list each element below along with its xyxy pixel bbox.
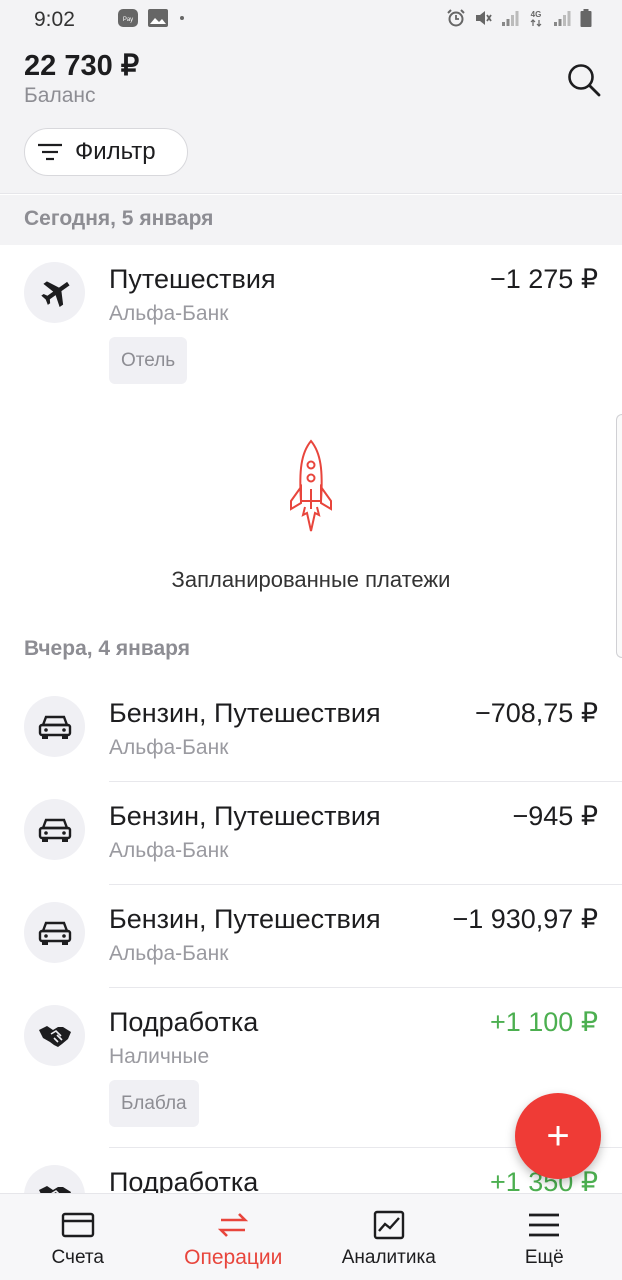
filter-icon <box>38 143 62 161</box>
nav-analytics-label: Аналитика <box>341 1247 436 1268</box>
planned-payments-label: Запланированные платежи <box>171 567 451 592</box>
operation-title: Подработка <box>109 1007 259 1037</box>
add-operation-button[interactable]: + <box>515 1093 601 1179</box>
operation-title: Бензин, Путешествия <box>109 904 381 934</box>
planned-payments[interactable]: Запланированные платежи <box>0 395 622 623</box>
status-time: 9:02 <box>34 8 75 31</box>
svg-text:Pay: Pay <box>123 17 133 23</box>
car-icon <box>38 921 71 945</box>
filter-label: Фильтр <box>75 138 156 165</box>
operation-amount: +1 100 ₽ <box>489 1007 598 1037</box>
operation-amount: −708,75 ₽ <box>474 698 598 728</box>
operation-amount: −945 ₽ <box>512 801 599 831</box>
status-bar: 9:02 Pay 4G <box>0 0 622 38</box>
operation-account: Альфа-Банк <box>109 839 229 862</box>
operation-title: Бензин, Путешествия <box>109 698 381 728</box>
nav-operations[interactable]: Операции <box>156 1194 312 1280</box>
signal-icon <box>502 11 519 26</box>
header: 22 730 ₽ Баланс Фильтр <box>0 38 622 194</box>
operation-account: Наличные <box>109 1045 210 1068</box>
operation-tag[interactable]: Блабла <box>109 1080 199 1127</box>
handshake-icon <box>38 1185 71 1193</box>
operation-amount: −1 930,97 ₽ <box>452 904 598 934</box>
nav-accounts[interactable]: Счета <box>0 1194 156 1280</box>
nav-accounts-label: Счета <box>51 1247 104 1268</box>
date-header-yesterday: Вчера, 4 января <box>0 623 622 679</box>
menu-icon <box>529 1213 560 1237</box>
nav-more[interactable]: Ещё <box>467 1194 622 1280</box>
gallery-icon <box>148 9 168 27</box>
operation-item[interactable]: Бензин, Путешествия Альфа-Банк −708,75 ₽ <box>0 679 622 782</box>
plus-icon: + <box>546 1114 570 1158</box>
filter-button[interactable]: Фильтр <box>24 128 188 176</box>
nav-more-label: Ещё <box>524 1247 564 1268</box>
search-icon <box>568 64 601 97</box>
balance-label: Баланс <box>24 84 96 107</box>
operation-title: Путешествия <box>109 264 276 294</box>
samsung-pay-icon: Pay <box>118 9 138 27</box>
transfer-arrows-icon <box>218 1213 249 1237</box>
car-icon <box>38 818 71 842</box>
date-header-today: Сегодня, 5 января <box>0 195 622 245</box>
operations-list[interactable]: Сегодня, 5 января Путешествия Альфа-Банк… <box>0 195 622 1193</box>
bottom-navigation: Счета Операции Аналитика Ещё <box>0 1193 622 1280</box>
operation-tag[interactable]: Отель <box>109 337 188 384</box>
operation-item[interactable]: Бензин, Путешествия Альфа-Банк −945 ₽ <box>0 782 622 885</box>
chart-icon <box>373 1210 404 1240</box>
handshake-icon <box>38 1025 71 1047</box>
operation-account: Альфа-Банк <box>109 736 229 759</box>
balance-amount: 22 730 ₽ <box>24 50 140 82</box>
car-icon <box>38 715 71 739</box>
dot-icon <box>180 16 184 20</box>
operation-amount: −1 275 ₽ <box>489 264 598 294</box>
operation-account: Альфа-Банк <box>109 302 229 325</box>
svg-text:4G: 4G <box>531 10 542 19</box>
signal-icon <box>554 11 571 26</box>
alarm-icon <box>447 9 465 27</box>
search-button[interactable] <box>564 60 604 100</box>
rocket-icon <box>290 439 332 532</box>
nav-operations-label: Операции <box>184 1246 283 1269</box>
operation-item[interactable]: Путешествия Альфа-Банк −1 275 ₽ Отель <box>0 245 622 395</box>
nav-analytics[interactable]: Аналитика <box>311 1194 467 1280</box>
battery-icon <box>580 9 592 27</box>
operation-title: Подработка <box>109 1167 259 1193</box>
scroll-handle[interactable] <box>616 414 622 658</box>
mute-icon <box>476 11 492 25</box>
operation-title: Бензин, Путешествия <box>109 801 381 831</box>
operation-account: Альфа-Банк <box>109 942 229 965</box>
card-icon <box>61 1212 94 1238</box>
airplane-icon <box>40 280 70 307</box>
4g-icon: 4G <box>530 10 542 27</box>
operation-item[interactable]: Бензин, Путешествия Альфа-Банк −1 930,97… <box>0 885 622 988</box>
